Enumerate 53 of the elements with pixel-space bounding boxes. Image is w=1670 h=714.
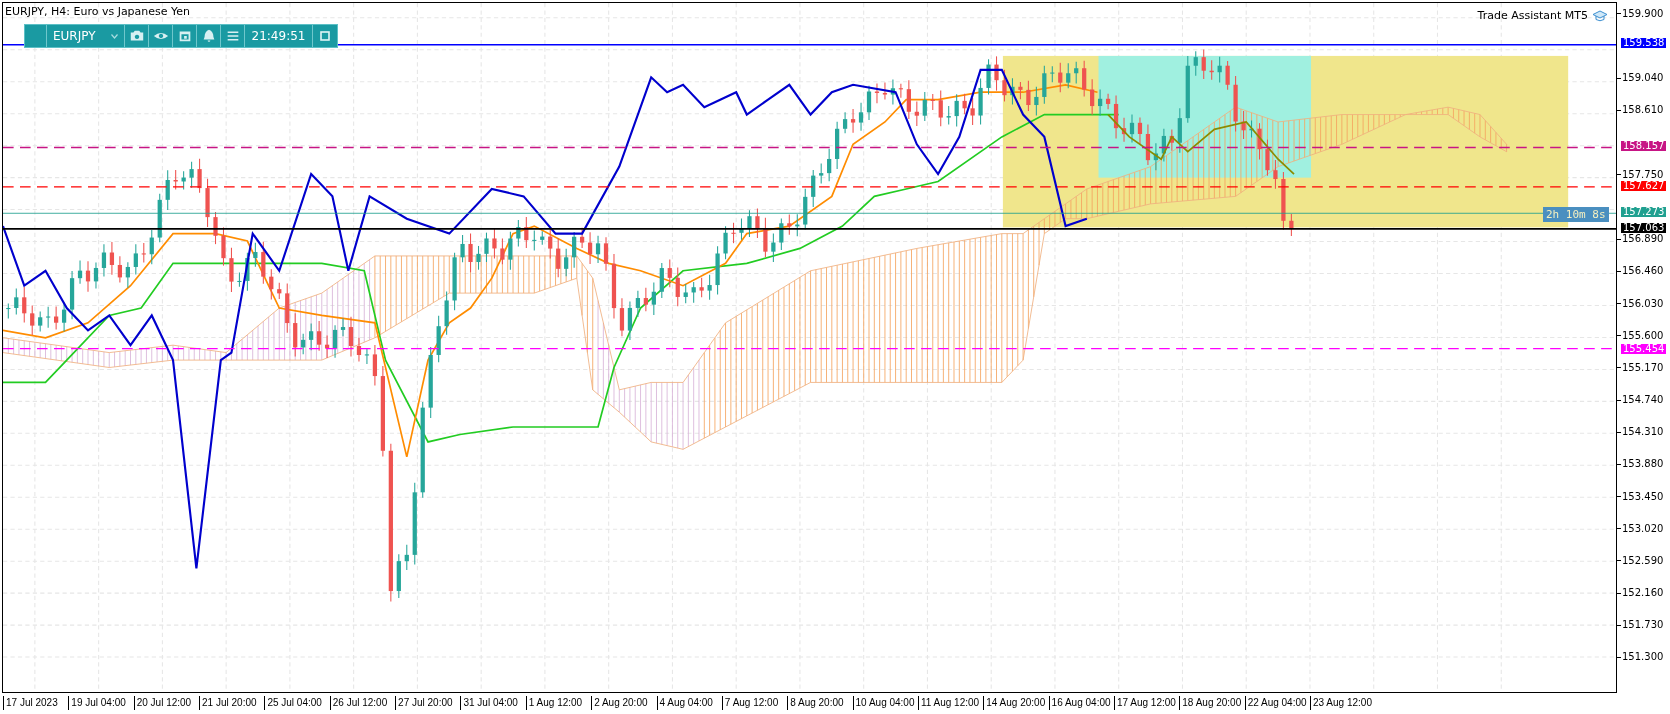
time-tick-label: 8 Aug 20:00 <box>787 696 844 710</box>
price-level-label: 158.157 <box>1621 141 1667 152</box>
price-tick-label: 156.890 <box>1617 234 1664 245</box>
time-tick-label: 10 Aug 04:00 <box>852 696 915 710</box>
price-tick-label: 152.160 <box>1617 588 1664 599</box>
price-tick-label: 155.170 <box>1617 362 1664 373</box>
price-tick-label: 153.880 <box>1617 459 1664 470</box>
price-tick-label: 158.610 <box>1617 105 1664 116</box>
time-tick-label: 1 Aug 12:00 <box>525 696 583 710</box>
chart-title: EURJPY, H4: Euro vs Japanese Yen <box>5 4 191 20</box>
time-tick-label: 31 Jul 04:00 <box>460 696 518 710</box>
time-tick-label: 23 Aug 12:00 <box>1310 696 1372 710</box>
time-tick-label: 7 Aug 12:00 <box>721 696 779 710</box>
price-level-label: 155.454 <box>1621 343 1667 354</box>
time-tick-label: 2 Aug 20:00 <box>591 696 648 710</box>
price-tick-label: 159.900 <box>1617 8 1664 19</box>
time-tick-label: 17 Aug 12:00 <box>1113 696 1176 710</box>
price-level-label: 159.538 <box>1621 38 1667 48</box>
caret-icon <box>111 33 118 39</box>
price-tick-label: 153.450 <box>1617 491 1664 502</box>
price-level-label: 157.063 <box>1621 223 1667 234</box>
price-tick-label: 152.590 <box>1617 555 1664 566</box>
price-tick-label: 156.030 <box>1617 298 1664 309</box>
price-tick-label: 155.600 <box>1617 330 1664 341</box>
time-tick-label: 14 Aug 20:00 <box>983 696 1046 710</box>
time-tick-label: 21 Jul 20:00 <box>199 696 257 710</box>
time-tick-label: 20 Jul 12:00 <box>133 696 192 710</box>
indicator-label: Trade Assistant MT5 <box>1477 8 1588 24</box>
price-tick-label: 154.740 <box>1617 395 1664 406</box>
price-tick-label: 154.310 <box>1617 427 1664 438</box>
price-tick-label: 156.460 <box>1617 266 1664 277</box>
bar-countdown: 2h 10m 8s <box>1543 207 1609 222</box>
price-level-label: 157.273 <box>1621 207 1667 218</box>
price-tick-label: 153.020 <box>1617 523 1664 534</box>
price-tick-label: 159.040 <box>1617 73 1664 84</box>
window-restore-icon <box>320 31 330 41</box>
time-tick-label: 22 Aug 04:00 <box>1244 696 1307 710</box>
time-tick-label: 4 Aug 04:00 <box>656 696 713 710</box>
price-tick-label: 157.750 <box>1617 169 1664 180</box>
clock-text: 21:49:51 <box>245 25 313 47</box>
symbol-dropdown[interactable]: EURJPY <box>47 25 125 47</box>
price-tick-label: 151.300 <box>1617 652 1664 663</box>
time-tick-label: 19 Jul 04:00 <box>68 696 126 710</box>
time-tick-label: 18 Aug 20:00 <box>1179 696 1242 710</box>
time-tick-label: 16 Aug 04:00 <box>1048 696 1111 710</box>
time-tick-label: 11 Aug 12:00 <box>917 696 980 710</box>
graduation-cap-icon <box>1592 10 1608 23</box>
time-tick-label: 25 Jul 04:00 <box>264 696 322 710</box>
time-tick-label: 17 Jul 2023 <box>3 696 58 710</box>
price-tick-label: 151.730 <box>1617 620 1664 631</box>
time-tick-label: 27 Jul 20:00 <box>395 696 453 710</box>
time-tick-label: 26 Jul 12:00 <box>329 696 388 710</box>
price-level-label: 157.627 <box>1621 181 1667 191</box>
